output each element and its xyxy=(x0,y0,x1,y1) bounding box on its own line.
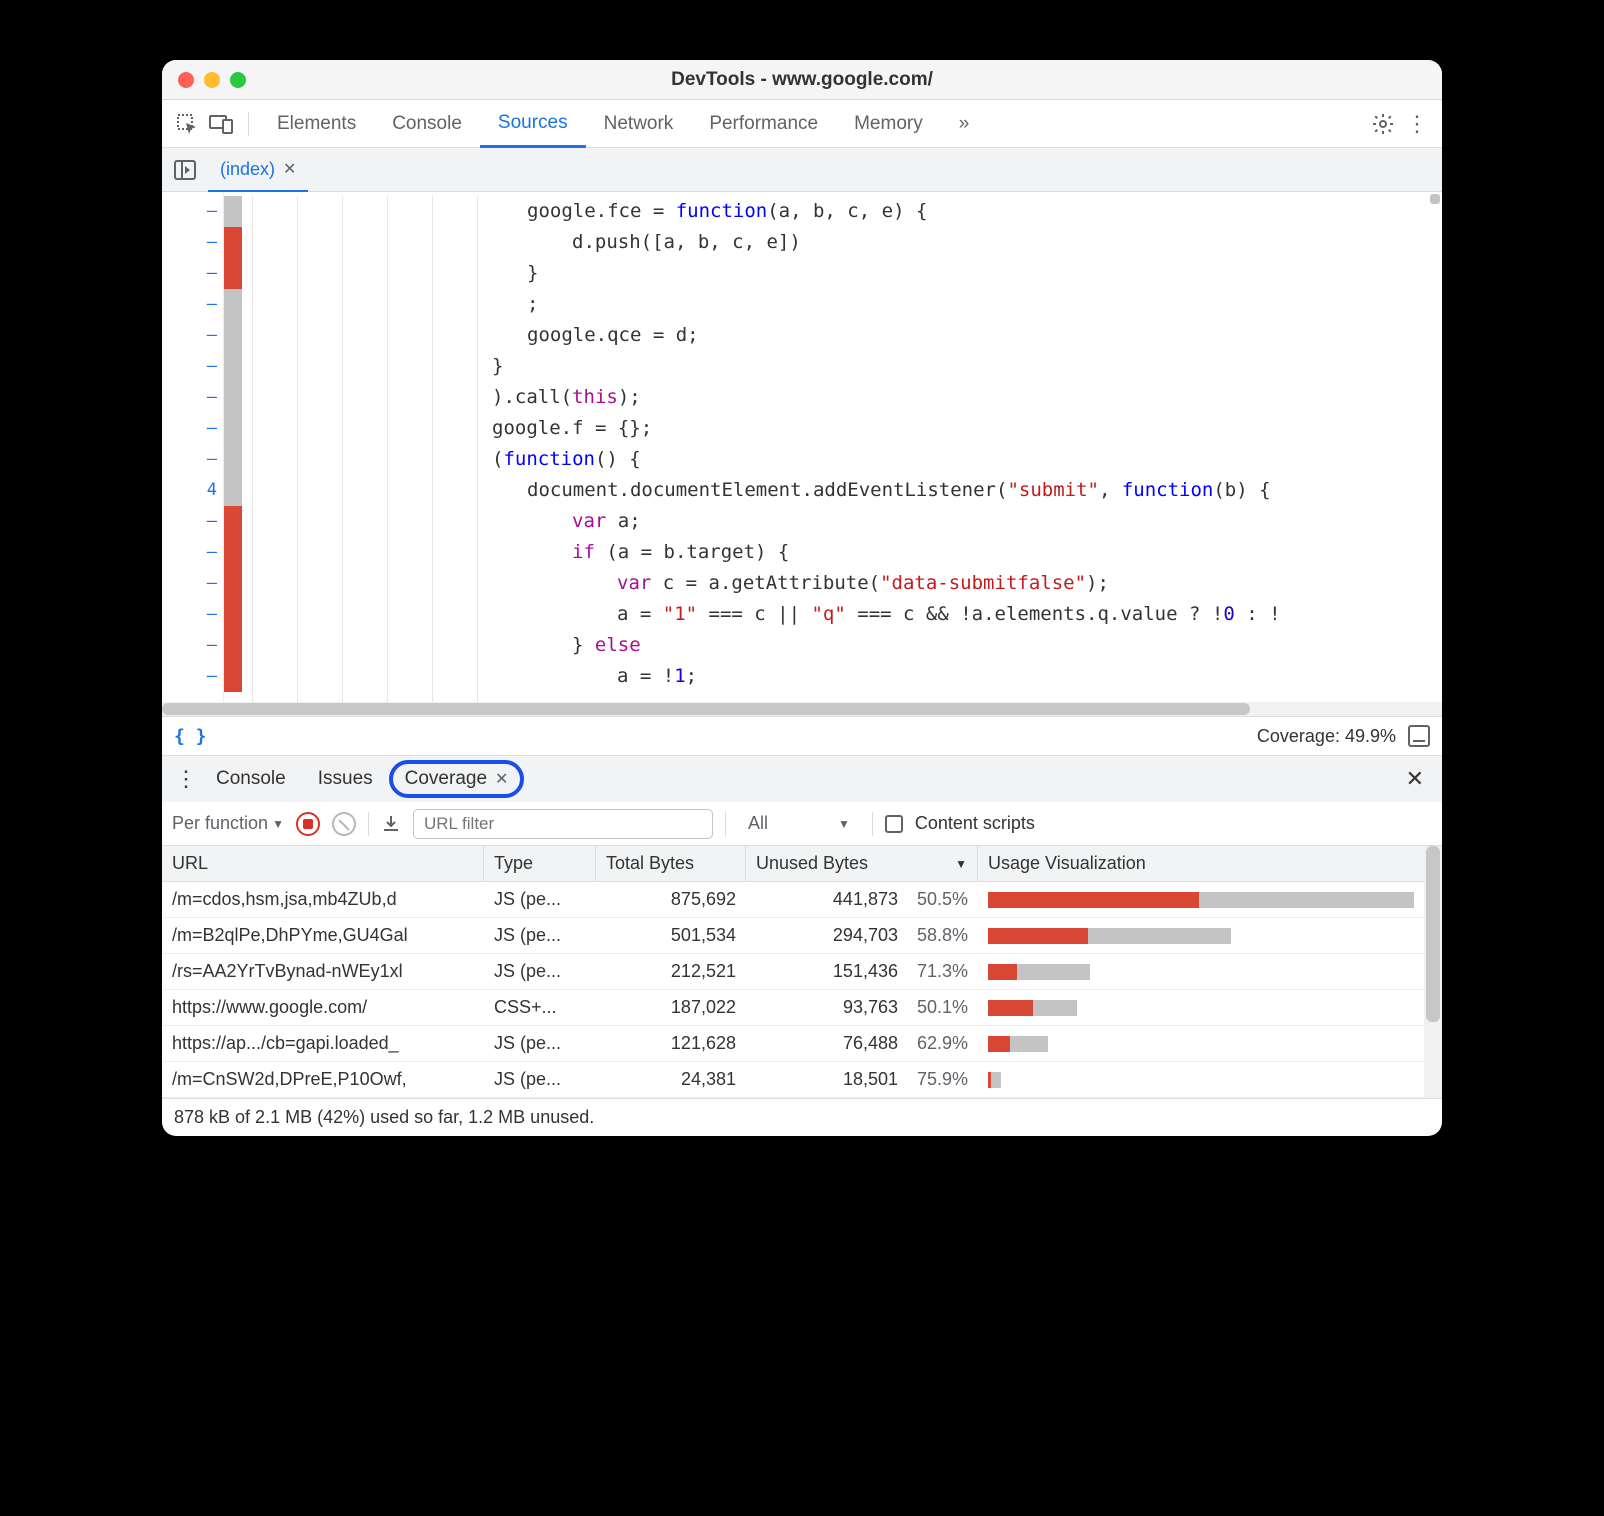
close-drawer-tab-icon[interactable]: ✕ xyxy=(495,769,508,789)
window-title: DevTools - www.google.com/ xyxy=(162,69,1442,91)
main-toolbar: ElementsConsoleSourcesNetworkPerformance… xyxy=(162,100,1442,148)
url-filter-input[interactable] xyxy=(413,809,713,839)
settings-gear-icon[interactable] xyxy=(1366,107,1400,141)
content-scripts-label: Content scripts xyxy=(915,813,1035,834)
cell-total: 212,521 xyxy=(596,961,746,982)
coverage-table: URL Type Total Bytes Unused Bytes ▼ Usag… xyxy=(162,846,1424,1098)
header-total-bytes[interactable]: Total Bytes xyxy=(596,846,746,882)
table-row[interactable]: /m=cdos,hsm,jsa,mb4ZUb,dJS (pe...875,692… xyxy=(162,882,1424,918)
cell-url: /m=CnSW2d,DPreE,P10Owf, xyxy=(162,1069,484,1090)
type-filter-select[interactable]: All ▼ xyxy=(738,813,860,834)
table-row[interactable]: https://ap.../cb=gapi.loaded_JS (pe...12… xyxy=(162,1026,1424,1062)
cell-url: /rs=AA2YrTvBynad-nWEy1xl xyxy=(162,961,484,982)
drawer-tab-console[interactable]: Console xyxy=(200,756,302,802)
cell-usage-viz xyxy=(978,892,1424,908)
line-number-gutter: –––––––––4–––––– xyxy=(162,192,224,702)
tab-elements[interactable]: Elements xyxy=(259,100,374,148)
show-navigator-icon[interactable] xyxy=(170,155,200,185)
pretty-print-icon[interactable]: { } xyxy=(174,726,207,747)
cell-usage-viz xyxy=(978,964,1424,980)
horizontal-scrollbar[interactable] xyxy=(162,702,1442,716)
more-menu-icon[interactable]: ⋮ xyxy=(1400,107,1434,141)
coverage-toolbar: Per function ▼ All ▼ Content scripts xyxy=(162,802,1442,846)
tab-memory[interactable]: Memory xyxy=(836,100,941,148)
table-row[interactable]: /m=B2qlPe,DhPYme,GU4GalJS (pe...501,5342… xyxy=(162,918,1424,954)
coverage-percentage-label: Coverage: 49.9% xyxy=(1257,726,1396,747)
cell-total: 501,534 xyxy=(596,925,746,946)
export-coverage-icon[interactable] xyxy=(381,814,401,834)
toggle-sidebar-icon[interactable] xyxy=(1408,725,1430,747)
cell-unused: 93,76350.1% xyxy=(746,997,978,1018)
table-row[interactable]: https://www.google.com/CSS+...187,02293,… xyxy=(162,990,1424,1026)
indent-guides xyxy=(242,192,482,702)
file-tab-bar: (index) ✕ xyxy=(162,148,1442,192)
dropdown-triangle-icon: ▼ xyxy=(838,817,850,831)
sort-indicator-icon: ▼ xyxy=(955,857,967,871)
device-toggle-icon[interactable] xyxy=(204,107,238,141)
cell-type: JS (pe... xyxy=(484,1069,596,1090)
tab-sources[interactable]: Sources xyxy=(480,100,586,148)
cell-unused: 18,50175.9% xyxy=(746,1069,978,1090)
close-drawer-icon[interactable]: ✕ xyxy=(1398,766,1432,792)
tab-performance[interactable]: Performance xyxy=(691,100,836,148)
header-usage-visualization[interactable]: Usage Visualization xyxy=(978,846,1424,882)
close-file-tab-icon[interactable]: ✕ xyxy=(283,159,296,179)
cell-total: 187,022 xyxy=(596,997,746,1018)
table-row[interactable]: /rs=AA2YrTvBynad-nWEy1xlJS (pe...212,521… xyxy=(162,954,1424,990)
cell-url: /m=cdos,hsm,jsa,mb4ZUb,d xyxy=(162,889,484,910)
granularity-select[interactable]: Per function ▼ xyxy=(172,813,284,834)
header-type[interactable]: Type xyxy=(484,846,596,882)
tab-console[interactable]: Console xyxy=(374,100,480,148)
source-code-pane[interactable]: –––––––––4–––––– google.fce = function(a… xyxy=(162,192,1442,702)
table-header-row: URL Type Total Bytes Unused Bytes ▼ Usag… xyxy=(162,846,1424,882)
cell-usage-viz xyxy=(978,928,1424,944)
cell-usage-viz xyxy=(978,1072,1424,1088)
file-tab-index[interactable]: (index) ✕ xyxy=(208,148,308,192)
cell-type: JS (pe... xyxy=(484,925,596,946)
scroll-position-indicator xyxy=(1430,194,1440,204)
inspect-element-icon[interactable] xyxy=(170,107,204,141)
header-unused-bytes[interactable]: Unused Bytes ▼ xyxy=(746,846,978,882)
coverage-status-bar: 878 kB of 2.1 MB (42%) used so far, 1.2 … xyxy=(162,1098,1442,1136)
dropdown-triangle-icon: ▼ xyxy=(272,817,284,831)
status-text: 878 kB of 2.1 MB (42%) used so far, 1.2 … xyxy=(174,1107,594,1128)
cell-total: 24,381 xyxy=(596,1069,746,1090)
clear-coverage-icon[interactable] xyxy=(332,812,356,836)
cell-total: 875,692 xyxy=(596,889,746,910)
table-row[interactable]: /m=CnSW2d,DPreE,P10Owf,JS (pe...24,38118… xyxy=(162,1062,1424,1098)
tabs-overflow-button[interactable]: » xyxy=(941,100,988,148)
drawer-more-icon[interactable]: ⋮ xyxy=(172,766,200,792)
devtools-window: DevTools - www.google.com/ ElementsConso… xyxy=(162,60,1442,1136)
source-footer: { } Coverage: 49.9% xyxy=(162,716,1442,756)
file-tab-label: (index) xyxy=(220,159,275,180)
cell-url: https://ap.../cb=gapi.loaded_ xyxy=(162,1033,484,1054)
cell-type: JS (pe... xyxy=(484,1033,596,1054)
drawer-tab-coverage[interactable]: Coverage✕ xyxy=(389,760,525,798)
cell-type: JS (pe... xyxy=(484,961,596,982)
cell-unused: 151,43671.3% xyxy=(746,961,978,982)
cell-unused: 441,87350.5% xyxy=(746,889,978,910)
header-url[interactable]: URL xyxy=(162,846,484,882)
cell-url: https://www.google.com/ xyxy=(162,997,484,1018)
cell-type: JS (pe... xyxy=(484,889,596,910)
drawer-tab-issues[interactable]: Issues xyxy=(302,756,389,802)
table-vertical-scrollbar[interactable] xyxy=(1424,846,1442,1098)
stop-recording-button[interactable] xyxy=(296,812,320,836)
drawer-tab-bar: ⋮ ConsoleIssuesCoverage✕ ✕ xyxy=(162,756,1442,802)
coverage-gutter xyxy=(224,192,242,702)
cell-type: CSS+... xyxy=(484,997,596,1018)
cell-total: 121,628 xyxy=(596,1033,746,1054)
titlebar: DevTools - www.google.com/ xyxy=(162,60,1442,100)
cell-usage-viz xyxy=(978,1036,1424,1052)
cell-url: /m=B2qlPe,DhPYme,GU4Gal xyxy=(162,925,484,946)
content-scripts-checkbox[interactable] xyxy=(885,815,903,833)
cell-usage-viz xyxy=(978,1000,1424,1016)
cell-unused: 76,48862.9% xyxy=(746,1033,978,1054)
tab-network[interactable]: Network xyxy=(586,100,692,148)
cell-unused: 294,70358.8% xyxy=(746,925,978,946)
